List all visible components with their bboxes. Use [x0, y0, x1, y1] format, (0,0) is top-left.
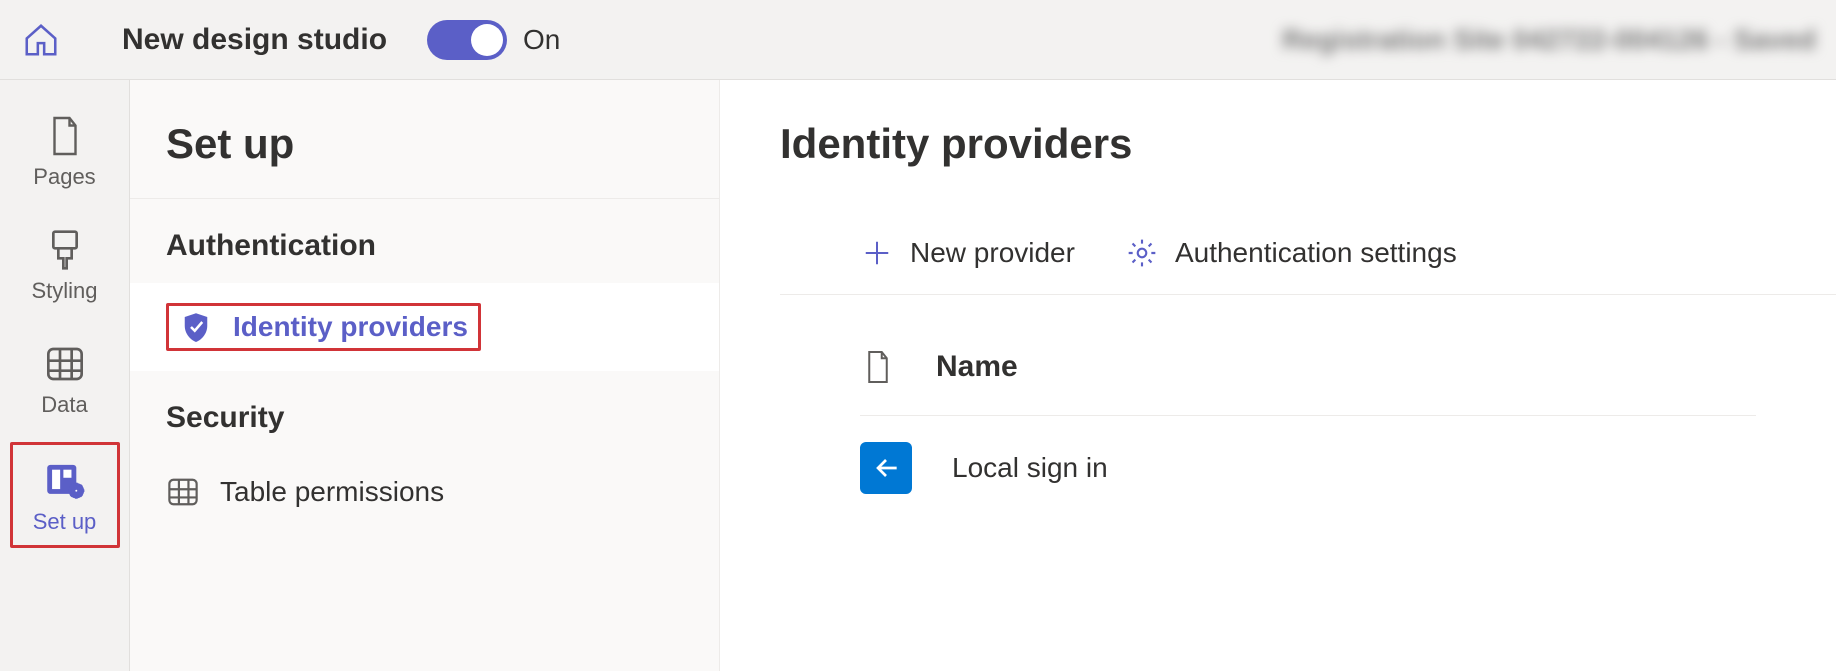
- sidebar-item-label: Styling: [31, 278, 97, 304]
- sidebar-item-data[interactable]: Data: [10, 328, 120, 428]
- local-signin-icon: [860, 442, 912, 494]
- table-icon: [166, 475, 200, 509]
- provider-name: Local sign in: [952, 452, 1108, 484]
- home-icon[interactable]: [20, 19, 62, 61]
- brush-icon: [43, 228, 87, 272]
- panel-item-table-permissions[interactable]: Table permissions: [130, 455, 719, 529]
- panel-item-identity-providers[interactable]: Identity providers: [130, 283, 719, 371]
- command-label: Authentication settings: [1175, 237, 1457, 269]
- command-bar: New provider Authentication settings: [780, 218, 1836, 295]
- section-authentication: Authentication: [130, 199, 719, 283]
- toggle-label: On: [523, 24, 560, 56]
- page-icon: [43, 114, 87, 158]
- header-title: New design studio: [122, 23, 387, 57]
- design-studio-toggle[interactable]: [427, 20, 507, 60]
- panel-item-label: Table permissions: [220, 476, 444, 508]
- panel-title: Set up: [130, 110, 719, 199]
- plus-icon: [860, 236, 894, 270]
- sidebar-item-label: Pages: [33, 164, 95, 190]
- toggle-knob: [471, 24, 503, 56]
- site-save-status: Registration Site 042722-004126 - Saved: [1282, 24, 1816, 56]
- main-content: Identity providers New provider Authen: [720, 80, 1836, 671]
- column-header-name[interactable]: Name: [936, 350, 1018, 384]
- new-provider-button[interactable]: New provider: [860, 236, 1075, 270]
- nav-sidebar: Pages Styling Data: [0, 80, 130, 671]
- providers-table: Name Local sign in: [780, 295, 1836, 520]
- command-label: New provider: [910, 237, 1075, 269]
- table-icon: [43, 342, 87, 386]
- design-studio-toggle-group: On: [427, 20, 560, 60]
- shield-check-icon: [179, 310, 213, 344]
- sidebar-item-label: Data: [41, 392, 87, 418]
- setup-icon: [43, 459, 87, 503]
- sidebar-item-setup[interactable]: Set up: [10, 442, 120, 548]
- highlight-box: Identity providers: [166, 303, 481, 351]
- sidebar-item-label: Set up: [33, 509, 97, 535]
- section-security: Security: [130, 371, 719, 455]
- authentication-settings-button[interactable]: Authentication settings: [1125, 236, 1457, 270]
- sidebar-item-pages[interactable]: Pages: [10, 100, 120, 200]
- page-title: Identity providers: [780, 120, 1836, 168]
- panel-item-label: Identity providers: [233, 311, 468, 343]
- setup-panel: Set up Authentication Identity providers…: [130, 80, 720, 671]
- table-header-row: Name: [860, 345, 1756, 416]
- sidebar-item-styling[interactable]: Styling: [10, 214, 120, 314]
- table-row[interactable]: Local sign in: [860, 416, 1756, 520]
- gear-icon: [1125, 236, 1159, 270]
- header-bar: New design studio On Registration Site 0…: [0, 0, 1836, 80]
- document-icon: [860, 345, 896, 389]
